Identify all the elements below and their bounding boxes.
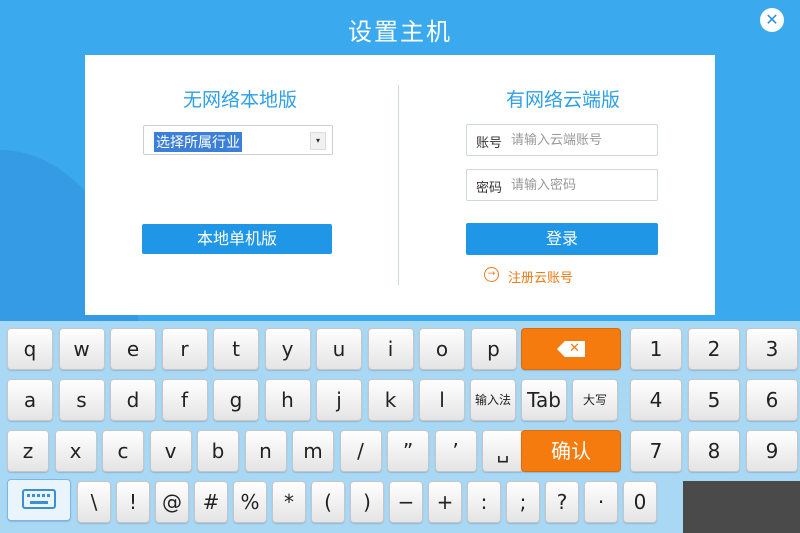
- key-row4-12[interactable]: ?: [545, 481, 579, 523]
- key-row3-5[interactable]: n: [244, 430, 287, 472]
- key-row3-8[interactable]: ”: [387, 430, 429, 472]
- numpad-key-2[interactable]: 2: [688, 328, 740, 370]
- numpad-key-5[interactable]: 5: [688, 379, 740, 421]
- register-arrow-icon: →: [484, 267, 499, 282]
- numpad-key-3[interactable]: 3: [746, 328, 798, 370]
- keyboard-toggle-key[interactable]: [7, 479, 71, 521]
- key-row3-0[interactable]: z: [7, 430, 49, 472]
- cloud-version-heading: 有网络云端版: [505, 89, 620, 111]
- key-i[interactable]: i: [367, 328, 414, 370]
- industry-select[interactable]: 选择所属行业 ▾: [143, 125, 333, 155]
- password-label: 密码: [476, 181, 503, 196]
- password-field[interactable]: 密码: [466, 169, 658, 201]
- key-e[interactable]: e: [110, 328, 156, 370]
- backspace-icon: ✕: [557, 341, 585, 357]
- account-input[interactable]: [511, 130, 651, 150]
- key-row4-6[interactable]: (: [311, 481, 345, 523]
- key-j[interactable]: j: [316, 379, 362, 421]
- key-y[interactable]: y: [264, 328, 311, 370]
- key-row3-6[interactable]: m: [292, 430, 334, 472]
- key-row4-9[interactable]: +: [428, 481, 462, 523]
- key-row3-1[interactable]: x: [54, 430, 97, 472]
- key-row4-11[interactable]: ;: [506, 481, 540, 523]
- login-button[interactable]: 登录: [466, 223, 658, 255]
- numpad-key-7[interactable]: 7: [630, 430, 682, 472]
- key-row4-3[interactable]: #: [194, 481, 228, 523]
- confirm-key[interactable]: 确认: [521, 430, 621, 472]
- key-row3-10[interactable]: ␣: [482, 430, 524, 472]
- numpad-key-9[interactable]: 9: [746, 430, 798, 472]
- page-title: 设置主机: [348, 18, 452, 46]
- setup-panel: 无网络本地版 选择所属行业 ▾ 本地单机版 有网络云端版 账号 密码 登录 → …: [85, 55, 715, 315]
- numpad-key-4[interactable]: 4: [630, 379, 682, 421]
- key-g[interactable]: g: [213, 379, 259, 421]
- keyboard-icon: [22, 489, 56, 509]
- key-row3-9[interactable]: ’: [434, 430, 477, 472]
- input-method-key[interactable]: 输入法: [470, 379, 516, 421]
- tab-key[interactable]: Tab: [521, 379, 567, 421]
- key-t[interactable]: t: [213, 328, 259, 370]
- register-link-label: 注册云账号: [508, 271, 574, 286]
- key-row3-2[interactable]: c: [102, 430, 144, 472]
- key-p[interactable]: p: [470, 328, 517, 370]
- dropdown-arrow-icon[interactable]: ▾: [310, 132, 326, 150]
- account-field[interactable]: 账号: [466, 124, 658, 156]
- key-a[interactable]: a: [7, 379, 53, 421]
- panel-divider: [398, 85, 399, 285]
- numpad-key-1[interactable]: 1: [630, 328, 682, 370]
- virtual-keyboard: q w e r t y u i o p ✕ a s d f g h j k l 输入法 Tab 大写 z x c v b n m /”’ ␣ 确…: [0, 321, 800, 533]
- key-row4-13[interactable]: ·: [584, 481, 618, 523]
- key-h[interactable]: h: [264, 379, 311, 421]
- key-q[interactable]: q: [7, 328, 53, 370]
- register-link[interactable]: → 注册云账号: [484, 267, 574, 286]
- key-f[interactable]: f: [161, 379, 208, 421]
- key-l[interactable]: l: [419, 379, 465, 421]
- key-row4-14[interactable]: 0: [623, 481, 657, 523]
- key-row4-7[interactable]: ): [350, 481, 384, 523]
- key-row4-2[interactable]: @: [155, 481, 189, 523]
- screen-corner-overlay: [683, 481, 800, 533]
- local-version-heading: 无网络本地版: [182, 89, 297, 111]
- numpad-key-6[interactable]: 6: [746, 379, 798, 421]
- numpad-key-8[interactable]: 8: [688, 430, 740, 472]
- key-row3-4[interactable]: b: [197, 430, 239, 472]
- password-input[interactable]: [511, 175, 651, 195]
- key-row4-5[interactable]: *: [272, 481, 306, 523]
- key-o[interactable]: o: [419, 328, 465, 370]
- account-label: 账号: [476, 136, 503, 151]
- key-row4-0[interactable]: \: [77, 481, 111, 523]
- key-row3-7[interactable]: /: [339, 430, 382, 472]
- caps-key[interactable]: 大写: [572, 379, 618, 421]
- key-w[interactable]: w: [58, 328, 105, 370]
- backspace-key[interactable]: ✕: [521, 328, 621, 370]
- key-s[interactable]: s: [58, 379, 105, 421]
- key-row4-1[interactable]: !: [116, 481, 150, 523]
- key-row4-4[interactable]: %: [233, 481, 267, 523]
- key-u[interactable]: u: [316, 328, 362, 370]
- key-row4-8[interactable]: −: [389, 481, 423, 523]
- close-icon[interactable]: ✕: [760, 8, 784, 32]
- key-row4-10[interactable]: :: [467, 481, 501, 523]
- key-k[interactable]: k: [367, 379, 414, 421]
- key-r[interactable]: r: [161, 328, 208, 370]
- local-standalone-button[interactable]: 本地单机版: [142, 224, 332, 254]
- key-row3-3[interactable]: v: [149, 430, 192, 472]
- key-d[interactable]: d: [110, 379, 156, 421]
- industry-select-value: 选择所属行业: [154, 132, 242, 152]
